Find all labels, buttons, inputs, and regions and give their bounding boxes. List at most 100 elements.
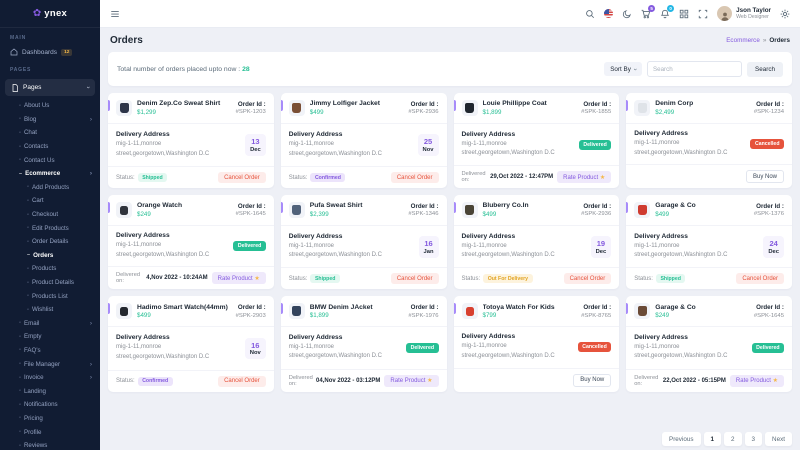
delivery-address: Delivery Addressmig-1-11,monroestreet,ge…	[634, 130, 727, 158]
sidebar-item-wishlist[interactable]: ◦Wishlist	[0, 303, 100, 317]
bullet-icon: ◦	[19, 361, 21, 367]
bullet-icon: ◦	[19, 415, 21, 421]
product-thumb-shape	[638, 306, 647, 316]
sidebar-item-email[interactable]: ◦Email›	[0, 317, 100, 331]
status-pill: Shipped	[310, 274, 339, 283]
sidebar-item-empty[interactable]: ◦Empty	[0, 330, 100, 344]
sidebar-item-contact-us[interactable]: ◦Contact Us	[0, 153, 100, 167]
delivery-date-badge: 25Nov	[418, 134, 439, 156]
sidebar-item-checkout[interactable]: ◦Checkout	[0, 208, 100, 222]
address-line-1: mig-1-11,monroe	[116, 241, 209, 251]
pagination-previous[interactable]: Previous	[662, 432, 701, 446]
product-name: Garage & Co	[655, 202, 749, 209]
order-status-badge: Delivered	[579, 140, 611, 150]
cancel-order-button[interactable]: Cancel Order	[218, 376, 266, 387]
pages-label: Pages	[23, 84, 41, 91]
cart-icon-wrap[interactable]: 5	[641, 9, 651, 19]
sidebar-item-products-list[interactable]: ◦Products List	[0, 289, 100, 303]
address-line-2: street,georgetown,Washington D.C	[462, 251, 555, 261]
order-card: Garage & Co$249Order Id :#SPK-1645Delive…	[626, 296, 792, 391]
sidebar-item-notifications[interactable]: ◦Notifications	[0, 398, 100, 412]
dark-mode-moon-icon[interactable]	[622, 9, 632, 19]
product-price: $1,899	[310, 312, 404, 319]
sidebar-item-about-us[interactable]: ◦About Us	[0, 99, 100, 113]
status-label: Status:	[289, 276, 308, 282]
delivery-month: Dec	[768, 249, 779, 255]
sidebar-item-edit-products[interactable]: ◦Edit Products	[0, 221, 100, 235]
brand-logo[interactable]: ✿ ynex	[0, 0, 100, 28]
sidebar-item-blog[interactable]: ◦Blog›	[0, 113, 100, 127]
sidebar-item-product-details[interactable]: ◦Product Details	[0, 276, 100, 290]
pagination-next[interactable]: Next	[765, 432, 792, 446]
sidebar-item-pricing[interactable]: ◦Pricing	[0, 412, 100, 426]
sidebar-item-file-manager[interactable]: ◦File Manager›	[0, 357, 100, 371]
product-price: $499	[483, 211, 577, 218]
order-status-badge: Cancelled	[578, 342, 612, 352]
cancel-order-button[interactable]: Cancel Order	[736, 273, 784, 284]
sidebar-item-profile[interactable]: ◦Profile	[0, 425, 100, 439]
order-id-value: #SPK-2936	[408, 109, 438, 115]
delivered-on-date: 22,Oct 2022 - 05:15PM	[663, 378, 726, 384]
rate-product-button[interactable]: Rate Product ★	[384, 375, 438, 387]
pagination-page-3[interactable]: 3	[745, 432, 763, 446]
bullet-icon: –	[19, 171, 22, 177]
sidebar-item-contacts[interactable]: ◦Contacts	[0, 140, 100, 154]
notifications-badge: 0	[667, 5, 674, 12]
sort-by-dropdown[interactable]: Sort By ›	[604, 62, 642, 76]
pagination-page-1[interactable]: 1	[704, 432, 722, 446]
search-input[interactable]	[647, 61, 742, 77]
product-name: Louie Phillippe Coat	[483, 100, 577, 107]
product-thumb-shape	[292, 103, 301, 113]
orders-stats-bar: Total number of orders placed upto now :…	[108, 52, 792, 86]
sidebar-item-faq-s[interactable]: ◦FAQ's	[0, 344, 100, 358]
rate-product-button[interactable]: Rate Product ★	[557, 171, 611, 183]
sidebar-item-products[interactable]: ◦Products	[0, 262, 100, 276]
cancel-order-button[interactable]: Cancel Order	[564, 273, 612, 284]
apps-grid-icon[interactable]	[679, 9, 689, 19]
address-line-2: street,georgetown,Washington D.C	[289, 251, 382, 261]
address-line-1: mig-1-11,monroe	[289, 140, 382, 150]
cancel-order-button[interactable]: Cancel Order	[218, 172, 266, 183]
sidebar-item-cart[interactable]: ◦Cart	[0, 194, 100, 208]
cancel-order-button[interactable]: Cancel Order	[391, 172, 439, 183]
notifications-icon-wrap[interactable]: 0	[660, 9, 670, 19]
sidebar-item-landing[interactable]: ◦Landing	[0, 384, 100, 398]
settings-gear-icon[interactable]	[780, 9, 790, 19]
search-button[interactable]: Search	[747, 62, 783, 77]
sidebar-item-chat[interactable]: ◦Chat	[0, 126, 100, 140]
sidebar-item-ecommerce[interactable]: –Ecommerce›	[0, 167, 100, 181]
sidebar-item-label: Products	[32, 265, 56, 272]
user-menu[interactable]: Json Taylor Web Designer	[717, 6, 771, 21]
sidebar-item-pages[interactable]: Pages ›	[5, 79, 95, 96]
rate-product-button[interactable]: Rate Product ★	[212, 272, 266, 284]
pagination-page-2[interactable]: 2	[724, 432, 742, 446]
sidebar-item-order-details[interactable]: ◦Order Details	[0, 235, 100, 249]
rate-product-button[interactable]: Rate Product ★	[730, 375, 784, 387]
product-thumb-shape	[292, 306, 301, 316]
delivery-date-badge: 19Dec	[591, 236, 612, 258]
search-icon[interactable]	[585, 9, 595, 19]
sidebar-item-label: About Us	[24, 102, 49, 109]
fullscreen-icon[interactable]	[698, 9, 708, 19]
delivery-address-label: Delivery Address	[289, 131, 382, 138]
hamburger-menu-icon[interactable]	[110, 9, 120, 19]
buy-now-button[interactable]: Buy Now	[573, 374, 611, 387]
delivery-month: Nov	[250, 350, 261, 356]
sidebar-item-reviews[interactable]: ◦Reviews	[0, 439, 100, 450]
sidebar-item-invoice[interactable]: ◦Invoice›	[0, 371, 100, 385]
breadcrumb-ecommerce[interactable]: Ecommerce	[726, 37, 760, 44]
sidebar-item-add-products[interactable]: ◦Add Products	[0, 181, 100, 195]
country-flag-icon[interactable]	[604, 9, 613, 18]
sidebar-item-label: Pricing	[24, 415, 43, 422]
rate-product-label: Rate Product	[218, 276, 255, 282]
buy-now-button[interactable]: Buy Now	[746, 170, 784, 183]
delivery-address-label: Delivery Address	[289, 334, 382, 341]
cancel-order-button[interactable]: Cancel Order	[391, 273, 439, 284]
sidebar-item-orders[interactable]: –Orders	[0, 249, 100, 263]
order-id-label: Order Id :	[754, 203, 784, 210]
order-status-badge: Cancelled	[750, 139, 784, 149]
page-content: Orders Ecommerce » Orders Total number o…	[100, 28, 800, 450]
orders-total-text: Total number of orders placed upto now :…	[117, 66, 250, 73]
sidebar-item-dashboards[interactable]: Dashboards 12	[0, 44, 100, 60]
bullet-icon: ◦	[19, 429, 21, 435]
